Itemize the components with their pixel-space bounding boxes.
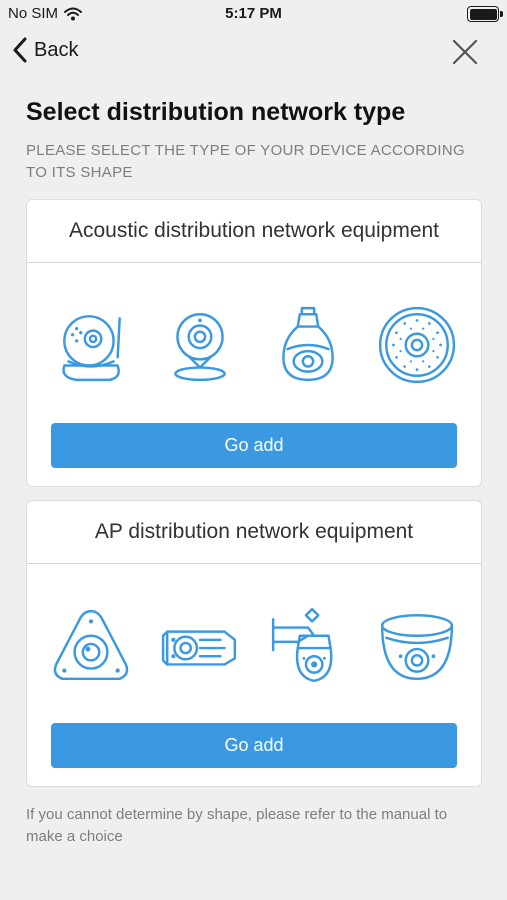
battery-icon [467, 6, 503, 22]
round-speaker-camera-icon [378, 306, 455, 384]
page-subtitle: PLEASE SELECT THE TYPE OF YOUR DEVICE AC… [26, 142, 465, 181]
back-button[interactable]: Back [12, 37, 78, 63]
footer-note: If you cannot determine by shape, please… [26, 806, 448, 845]
dome-camera-icon [380, 614, 453, 681]
pan-tilt-camera-icon [62, 315, 122, 382]
ap-card: AP distribution network equipment Go add [26, 500, 482, 787]
bulb-camera-icon [282, 306, 335, 382]
acoustic-card-title: Acoustic distribution network equipment [27, 200, 481, 263]
speed-dome-camera-icon [272, 607, 333, 683]
close-icon[interactable] [451, 38, 479, 66]
chevron-left-icon [13, 37, 27, 63]
back-label: Back [34, 38, 79, 61]
cube-camera-icon [173, 313, 226, 382]
acoustic-device-row [27, 300, 481, 390]
fisheye-camera-icon [54, 609, 129, 681]
bullet-camera-icon [161, 630, 236, 666]
nav-bar: Back [0, 30, 507, 74]
acoustic-card: Acoustic distribution network equipment [26, 199, 482, 487]
page-title: Select distribution network type [26, 98, 406, 126]
screen: No SIM 5:17 PM Back Select distribution … [0, 0, 507, 900]
ap-device-row [27, 601, 481, 691]
acoustic-go-add-button[interactable]: Go add [51, 423, 457, 468]
ap-go-add-button[interactable]: Go add [51, 723, 457, 768]
ap-card-title: AP distribution network equipment [27, 501, 481, 564]
status-bar: No SIM 5:17 PM [0, 0, 507, 28]
status-time: 5:17 PM [225, 5, 282, 22]
